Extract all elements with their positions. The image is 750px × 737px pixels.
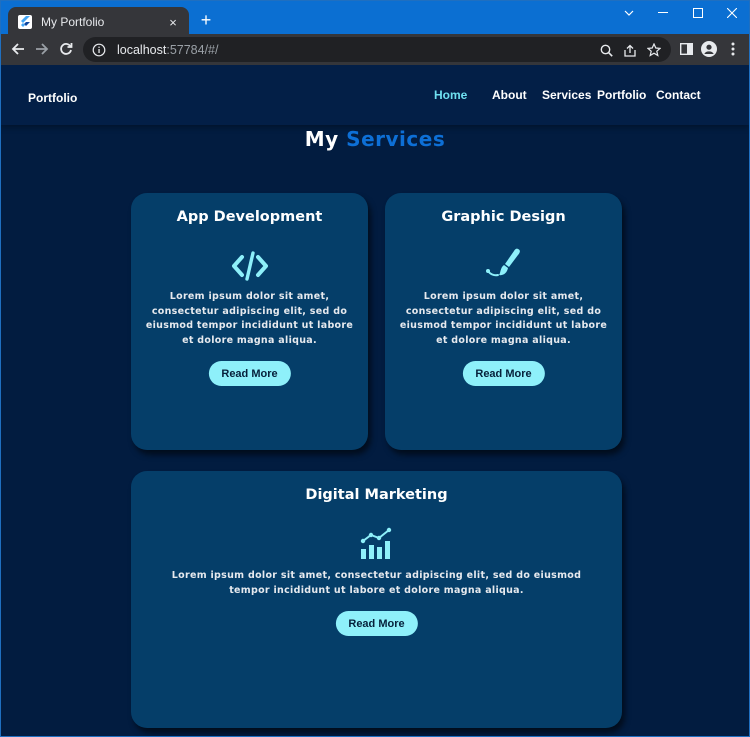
card-description: Lorem ipsum dolor sit amet, consectetur …	[145, 291, 354, 346]
read-more-button[interactable]: Read More	[208, 361, 291, 386]
bookmark-star-icon[interactable]	[645, 41, 663, 59]
read-more-button[interactable]: Read More	[335, 611, 418, 636]
share-icon[interactable]	[621, 41, 639, 59]
site-navbar: Portfolio Home About Services Portfolio …	[1, 65, 749, 125]
nav-home[interactable]: Home	[434, 88, 467, 102]
service-card-digital-marketing: Digital Marketing Lorem ipsum dolor sit …	[131, 471, 622, 728]
url-text: localhost:57784/#/	[117, 43, 218, 57]
nav-contact[interactable]: Contact	[656, 88, 701, 102]
reload-icon[interactable]	[56, 39, 76, 59]
card-title: Graphic Design	[441, 209, 566, 225]
page-viewport: Portfolio Home About Services Portfolio …	[1, 65, 749, 736]
flutter-favicon-icon	[18, 15, 32, 29]
service-card-app-development: App Development Lorem ipsum dolor sit am…	[131, 193, 368, 450]
read-more-button[interactable]: Read More	[462, 361, 545, 386]
section-title: My Services	[1, 127, 749, 151]
site-info-icon[interactable]	[92, 43, 106, 57]
forward-arrow-icon[interactable]	[32, 39, 52, 59]
nav-portfolio[interactable]: Portfolio	[597, 88, 646, 102]
address-bar-actions	[597, 41, 663, 59]
maximize-icon[interactable]	[683, 4, 713, 22]
site-brand[interactable]: Portfolio	[28, 91, 77, 105]
side-panel-icon[interactable]	[676, 39, 696, 59]
browser-window: My Portfolio × + localhost:57784/#/ Port…	[0, 0, 750, 737]
close-window-icon[interactable]	[717, 4, 747, 22]
minimize-icon[interactable]	[648, 4, 678, 22]
tab-strip: My Portfolio × +	[1, 1, 749, 37]
card-description: Lorem ipsum dolor sit amet, consectetur …	[171, 570, 582, 596]
browser-tab[interactable]: My Portfolio ×	[8, 7, 189, 37]
section-title-part1: My	[304, 127, 339, 151]
section-title-accent: Services	[346, 127, 446, 151]
paintbrush-icon	[485, 247, 523, 281]
address-bar[interactable]: localhost:57784/#/	[83, 37, 671, 62]
tab-search-chevron-icon[interactable]	[614, 4, 644, 22]
back-arrow-icon[interactable]	[8, 39, 28, 59]
card-description: Lorem ipsum dolor sit amet, consectetur …	[399, 291, 608, 346]
zoom-icon[interactable]	[597, 41, 615, 59]
url-host: localhost	[117, 42, 167, 57]
profile-avatar-icon[interactable]	[699, 39, 719, 59]
browser-toolbar: localhost:57784/#/	[1, 34, 749, 65]
growth-chart-icon	[358, 527, 396, 561]
card-title: Digital Marketing	[305, 487, 448, 503]
close-tab-icon[interactable]: ×	[163, 15, 183, 30]
url-path: :57784/#/	[166, 42, 219, 57]
nav-about[interactable]: About	[492, 88, 527, 102]
new-tab-button[interactable]: +	[197, 11, 215, 29]
service-card-graphic-design: Graphic Design Lorem ipsum dolor sit ame…	[385, 193, 622, 450]
menu-kebab-icon[interactable]	[723, 39, 743, 59]
card-title: App Development	[176, 209, 323, 225]
code-icon	[231, 249, 269, 283]
nav-services[interactable]: Services	[542, 88, 591, 102]
tab-title: My Portfolio	[41, 15, 105, 29]
